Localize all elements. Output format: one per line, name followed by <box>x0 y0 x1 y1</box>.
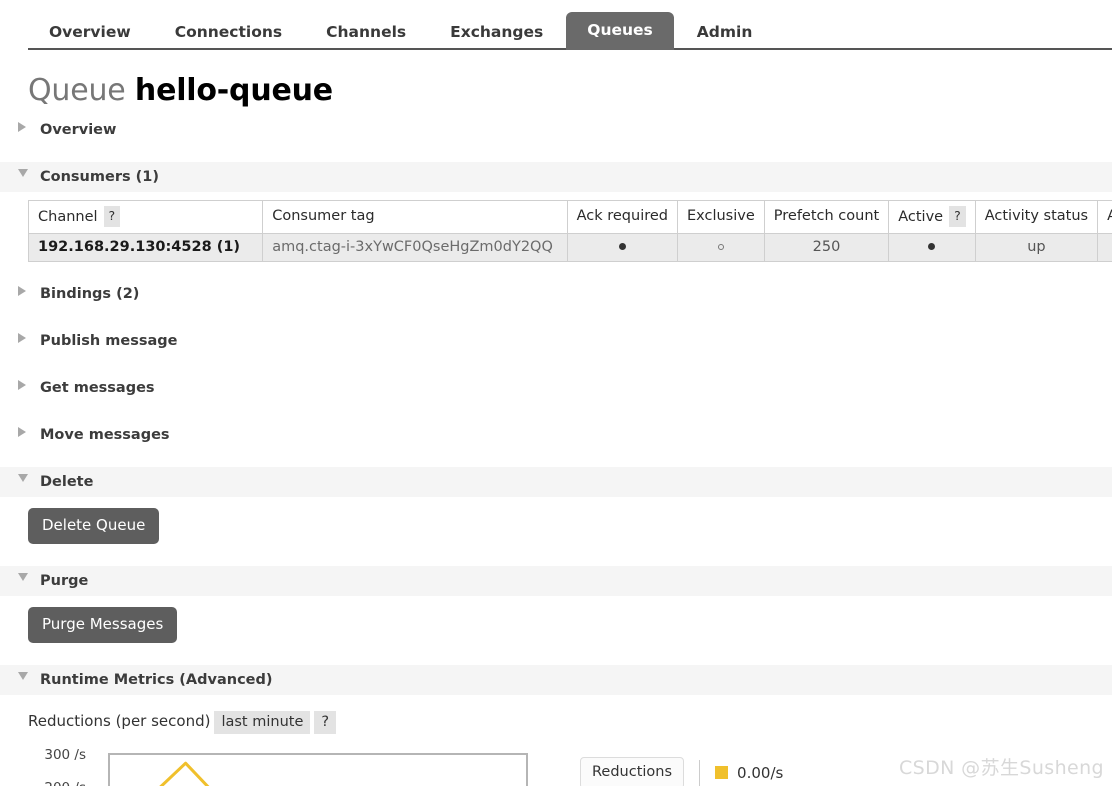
section-move-messages-label: Move messages <box>40 427 170 443</box>
chevron-down-icon <box>18 672 28 680</box>
boolean-true-icon <box>928 243 936 250</box>
nav-tab-connections[interactable]: Connections <box>154 16 303 50</box>
column-header-consumer-tag[interactable]: Consumer tag <box>262 199 568 234</box>
column-header-ack-required[interactable]: Ack required <box>566 199 679 234</box>
section-bindings-label: Bindings (2) <box>40 286 140 302</box>
cell-exclusive <box>677 233 765 262</box>
help-icon-channel[interactable]: ? <box>103 205 121 227</box>
chart-y-axis: 300 /s 200 /s <box>28 748 86 786</box>
cell-active <box>888 233 976 262</box>
help-icon-reductions[interactable]: ? <box>314 711 337 734</box>
help-icon-active[interactable]: ? <box>949 205 966 227</box>
column-header-prefetch-count[interactable]: Prefetch count <box>763 199 890 234</box>
cell-consumer-tag: amq.ctag-i-3xYwCF0QseHgZm0dY2QQ <box>262 233 568 262</box>
section-delete[interactable]: Delete <box>0 467 1112 497</box>
reductions-metric-label: Reductions (per second) last minute? <box>28 711 1112 734</box>
reductions-label-text: Reductions (per second) <box>28 712 211 730</box>
y-tick-300: 300 /s <box>44 747 86 763</box>
column-header-arguments-label: Ar <box>1107 208 1112 224</box>
legend-divider <box>699 759 701 786</box>
reductions-chart: 300 /s 200 /s <box>28 748 528 786</box>
column-header-arguments[interactable]: Ar <box>1097 199 1112 234</box>
column-header-channel[interactable]: Channel? <box>28 199 264 234</box>
section-move-messages[interactable]: Move messages <box>0 420 1112 450</box>
chart-legend: Reductions 0.00/s <box>580 757 783 786</box>
column-header-active[interactable]: Active? <box>888 199 976 234</box>
legend-color-swatch <box>715 766 729 780</box>
section-consumers[interactable]: Consumers (1) <box>0 161 1112 192</box>
column-header-exclusive-label: Exclusive <box>687 208 755 225</box>
cell-ack-required <box>566 233 679 262</box>
section-consumers-label: Consumers (1) <box>40 168 159 185</box>
section-purge[interactable]: Purge <box>0 566 1112 596</box>
boolean-false-icon <box>717 244 724 250</box>
section-purge-label: Purge <box>40 573 89 589</box>
chevron-right-icon <box>18 427 26 437</box>
page-title: Queue hello-queue <box>28 73 1112 109</box>
section-get-messages[interactable]: Get messages <box>0 373 1112 403</box>
section-overview-label: Overview <box>40 121 117 138</box>
cell-channel[interactable]: 192.168.29.130:4528 (1) <box>28 233 264 262</box>
section-get-messages-label: Get messages <box>40 380 155 396</box>
chevron-right-icon <box>18 380 26 390</box>
nav-tab-admin[interactable]: Admin <box>676 16 774 50</box>
cell-arguments <box>1097 233 1112 262</box>
section-overview[interactable]: Overview <box>0 115 1112 145</box>
nav-tab-queues[interactable]: Queues <box>566 11 674 50</box>
column-header-activity-status[interactable]: Activity status <box>974 199 1099 234</box>
delete-queue-button[interactable]: Delete Queue <box>28 508 160 544</box>
chart-series-reductions <box>159 761 210 786</box>
table-row: 192.168.29.130:4528 (1) amq.ctag-i-3xYwC… <box>28 233 1112 262</box>
section-publish-message-label: Publish message <box>40 333 178 349</box>
column-header-exclusive[interactable]: Exclusive <box>677 199 765 234</box>
nav-tab-overview[interactable]: Overview <box>28 16 152 50</box>
chevron-down-icon <box>18 573 28 581</box>
column-header-channel-label: Channel <box>38 208 98 225</box>
section-bindings[interactable]: Bindings (2) <box>0 279 1112 309</box>
page-title-queue-name: hello-queue <box>134 73 333 108</box>
section-publish-message[interactable]: Publish message <box>0 326 1112 356</box>
watermark: CSDN @苏生Susheng <box>898 757 1104 779</box>
cell-activity-status: up <box>974 233 1099 262</box>
chevron-down-icon <box>18 168 28 177</box>
column-header-ack-required-label: Ack required <box>576 208 668 225</box>
table-header-row: Channel? Consumer tag Ack required Exclu… <box>28 199 1112 234</box>
column-header-activity-status-label: Activity status <box>984 208 1089 225</box>
boolean-true-icon <box>618 243 626 250</box>
nav-tab-exchanges[interactable]: Exchanges <box>429 16 564 50</box>
column-header-prefetch-count-label: Prefetch count <box>773 208 880 225</box>
page-title-prefix: Queue <box>28 73 126 108</box>
chevron-right-icon <box>18 121 26 132</box>
section-runtime-metrics[interactable]: Runtime Metrics (Advanced) <box>0 665 1112 695</box>
consumers-table: Channel? Consumer tag Ack required Exclu… <box>28 199 1112 262</box>
time-range-chip[interactable]: last minute <box>214 711 311 734</box>
consumers-table-wrap: Channel? Consumer tag Ack required Exclu… <box>28 199 1112 262</box>
column-header-consumer-tag-label: Consumer tag <box>272 208 375 225</box>
column-header-active-label: Active <box>898 208 944 225</box>
y-tick-200: 200 /s <box>28 781 86 786</box>
section-runtime-metrics-label: Runtime Metrics (Advanced) <box>40 672 273 688</box>
chevron-down-icon <box>18 474 28 482</box>
chart-plot-area <box>108 753 528 786</box>
cell-prefetch-count: 250 <box>763 233 890 262</box>
purge-messages-button[interactable]: Purge Messages <box>28 607 178 643</box>
legend-reductions-button[interactable]: Reductions <box>580 757 685 786</box>
chevron-right-icon <box>18 333 26 343</box>
legend-current-value: 0.00/s <box>737 763 784 782</box>
main-navigation: Overview Connections Channels Exchanges … <box>0 0 1112 50</box>
nav-tab-channels[interactable]: Channels <box>305 16 427 50</box>
section-delete-label: Delete <box>40 474 94 490</box>
chevron-right-icon <box>18 286 26 296</box>
